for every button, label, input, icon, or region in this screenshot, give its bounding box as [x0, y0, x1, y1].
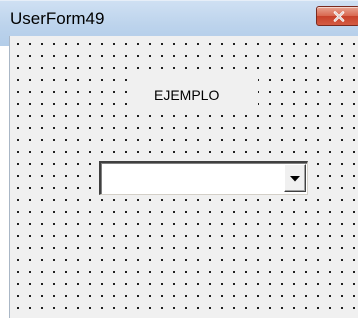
- combo-box[interactable]: [99, 161, 308, 195]
- userform-window: UserForm49 EJEMPLO: [0, 0, 358, 318]
- close-button[interactable]: [316, 6, 358, 26]
- window-title: UserForm49: [10, 9, 105, 28]
- chevron-down-icon: [290, 176, 300, 182]
- label-text: EJEMPLO: [154, 87, 220, 103]
- combo-dropdown-button[interactable]: [284, 164, 306, 192]
- label-control[interactable]: EJEMPLO: [136, 79, 258, 113]
- form-design-grid: EJEMPLO: [9, 36, 358, 318]
- close-icon: [333, 11, 345, 22]
